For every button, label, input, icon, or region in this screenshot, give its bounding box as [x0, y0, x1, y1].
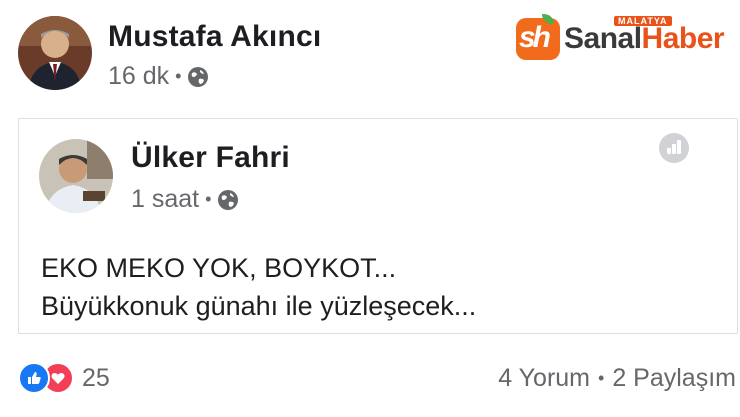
shared-author-avatar[interactable] [39, 139, 113, 213]
post-meta: 16 dk • [108, 62, 209, 91]
logo-badge: sh [516, 14, 560, 60]
shared-meta-separator: • [205, 189, 212, 209]
shared-post-time[interactable]: 1 saat [131, 185, 199, 214]
globe-icon [187, 66, 209, 88]
shares-count[interactable]: 2 Paylaşım [612, 364, 736, 393]
globe-icon [217, 189, 239, 211]
insights-icon[interactable] [659, 133, 689, 163]
like-icon [18, 362, 50, 394]
author-avatar[interactable] [18, 16, 92, 90]
post-footer: 25 4 Yorum • 2 Paylaşım [18, 356, 738, 396]
shared-post-meta: 1 saat • [131, 185, 239, 214]
logo-badge-text: sh [519, 21, 551, 54]
reactions-summary[interactable]: 25 [18, 362, 110, 394]
post-text-line-2: Büyükkonuk günahı ile yüzleşecek... [41, 291, 477, 321]
comments-count[interactable]: 4 Yorum [498, 364, 590, 393]
meta-separator: • [175, 66, 182, 86]
logo-haber: Haber [641, 22, 725, 55]
sanalhaber-logo: sh SanalHaber MALATYA [516, 14, 728, 64]
shared-post-text: EKO MEKO YOK, BOYKOT... Büyükkonuk günah… [41, 249, 476, 325]
post-text-line-1: EKO MEKO YOK, BOYKOT... [41, 253, 397, 283]
reaction-count[interactable]: 25 [82, 364, 110, 393]
shared-post-card[interactable]: Ülker Fahri 1 saat • EKO MEKO YOK, BOYKO… [18, 118, 738, 334]
logo-region: MALATYA [614, 16, 672, 26]
logo-sanal: Sanal [564, 22, 642, 55]
shared-author-name[interactable]: Ülker Fahri [131, 141, 290, 175]
logo-text: SanalHaber [564, 22, 725, 56]
post-time[interactable]: 16 dk [108, 62, 169, 91]
author-name[interactable]: Mustafa Akıncı [108, 20, 321, 54]
counts-separator: • [598, 368, 605, 388]
engagement-counts: 4 Yorum • 2 Paylaşım [498, 364, 736, 393]
